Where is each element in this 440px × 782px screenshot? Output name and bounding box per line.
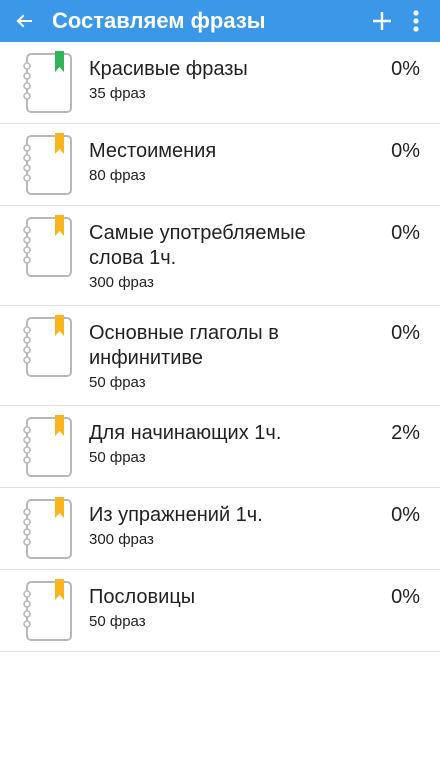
item-name: Основные глаголы в инфинитиве xyxy=(89,322,279,369)
list-item[interactable]: Для начинающих 1ч. 50 фраз 2% xyxy=(0,406,440,488)
notebook-icon xyxy=(23,415,72,477)
phrasebook-list: Красивые фразы 35 фраз 0% Местоимения 80… xyxy=(0,42,440,652)
item-count: 50 фраз xyxy=(89,374,146,391)
item-count: 35 фраз xyxy=(89,85,146,102)
item-progress: 0% xyxy=(391,504,420,526)
notebook-icon xyxy=(23,51,72,113)
item-name: Для начинающих 1ч. xyxy=(89,422,282,444)
item-count: 50 фраз xyxy=(89,449,146,466)
notebook-icon xyxy=(23,133,72,195)
list-item[interactable]: Из упражнений 1ч. 300 фраз 0% xyxy=(0,488,440,570)
app-toolbar: Составляем фразы xyxy=(0,0,440,42)
list-item[interactable]: Пословицы 50 фраз 0% xyxy=(0,570,440,652)
item-text: Пословицы 50 фраз xyxy=(89,585,359,632)
item-count: 300 фраз xyxy=(89,531,154,548)
more-vertical-icon[interactable] xyxy=(404,9,428,33)
item-progress: 0% xyxy=(391,58,420,80)
list-item[interactable]: Самые употребляемые слова 1ч. 300 фраз 0… xyxy=(0,206,440,306)
item-name: Местоимения xyxy=(89,140,217,162)
notebook-icon xyxy=(23,497,72,559)
item-text: Основные глаголы в инфинитиве 50 фраз xyxy=(89,321,359,393)
plus-icon[interactable] xyxy=(370,9,394,33)
item-text: Местоимения 80 фраз xyxy=(89,139,359,186)
item-count: 50 фраз xyxy=(89,613,146,630)
item-progress: 0% xyxy=(391,322,420,344)
list-item[interactable]: Местоимения 80 фраз 0% xyxy=(0,124,440,206)
item-count: 300 фраз xyxy=(89,274,154,291)
item-name: Пословицы xyxy=(89,586,196,608)
item-text: Красивые фразы 35 фраз xyxy=(89,57,359,104)
item-progress: 2% xyxy=(391,422,420,444)
item-progress: 0% xyxy=(391,586,420,608)
notebook-icon xyxy=(23,315,72,377)
item-name: Красивые фразы xyxy=(89,58,248,80)
list-item[interactable]: Красивые фразы 35 фраз 0% xyxy=(0,42,440,124)
item-progress: 0% xyxy=(391,222,420,244)
item-count: 80 фраз xyxy=(89,167,146,184)
item-text: Для начинающих 1ч. 50 фраз xyxy=(89,421,359,468)
notebook-icon xyxy=(23,215,72,277)
item-text: Из упражнений 1ч. 300 фраз xyxy=(89,503,359,550)
arrow-left-icon[interactable] xyxy=(12,9,36,33)
list-item[interactable]: Основные глаголы в инфинитиве 50 фраз 0% xyxy=(0,306,440,406)
item-name: Из упражнений 1ч. xyxy=(89,504,263,526)
item-progress: 0% xyxy=(391,140,420,162)
item-name: Самые употребляемые слова 1ч. xyxy=(89,222,306,269)
notebook-icon xyxy=(23,579,72,641)
item-text: Самые употребляемые слова 1ч. 300 фраз xyxy=(89,221,359,293)
page-title: Составляем фразы xyxy=(52,8,266,33)
